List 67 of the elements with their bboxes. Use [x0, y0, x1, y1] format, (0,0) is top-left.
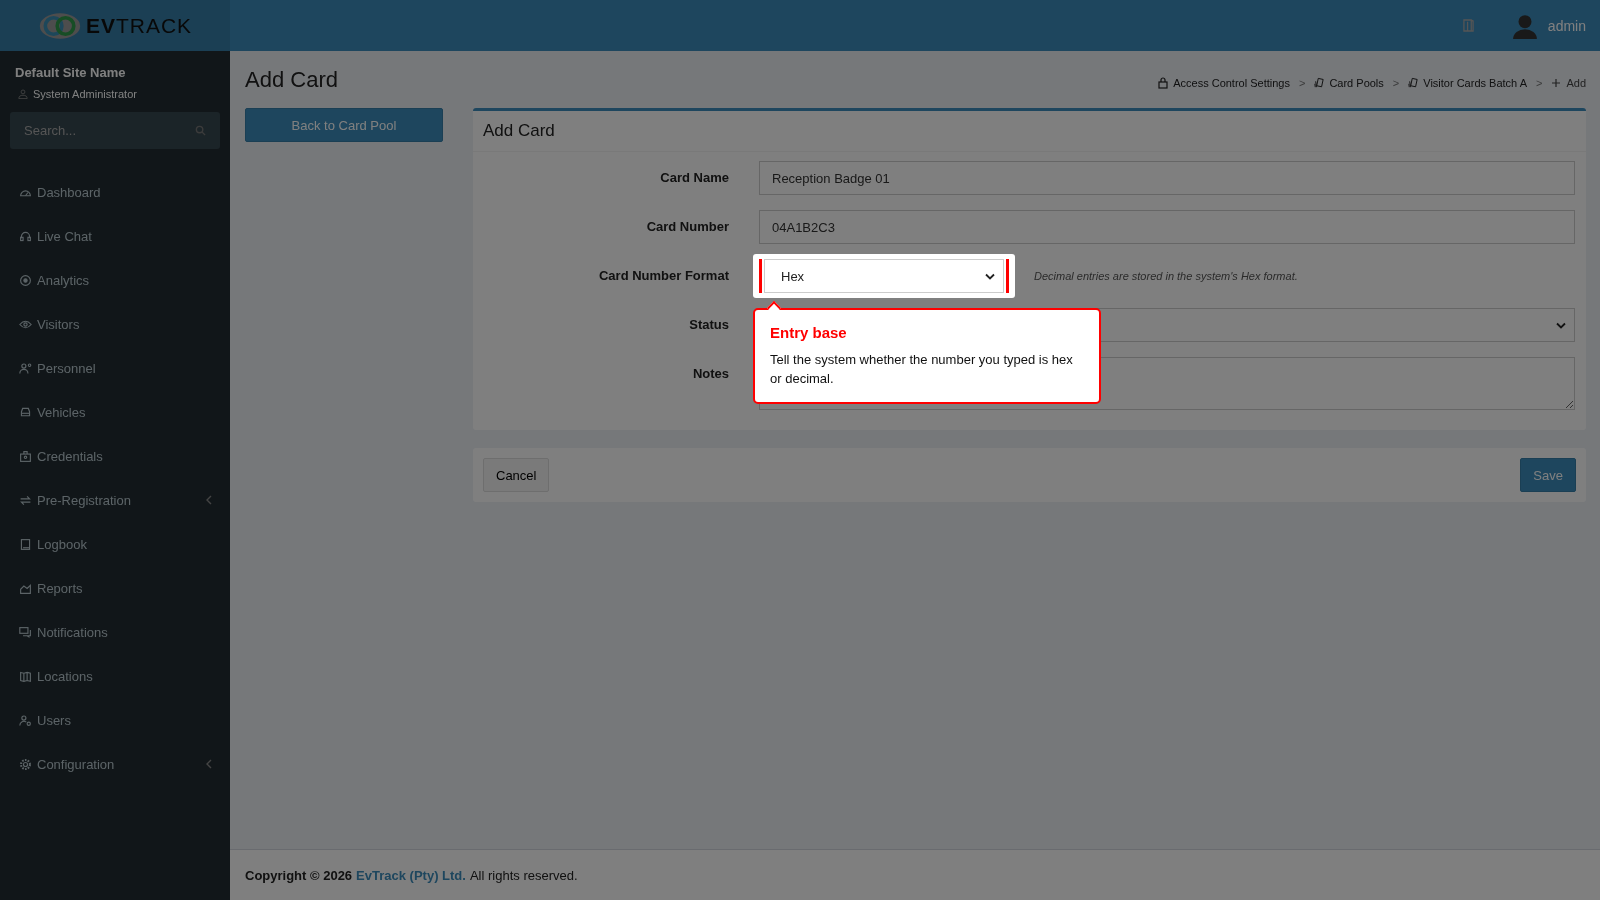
- plus-icon: [1551, 76, 1562, 89]
- sidebar-item[interactable]: Notifications: [0, 610, 230, 654]
- sidebar-item[interactable]: Personnel: [0, 346, 230, 390]
- sidebar-item[interactable]: Locations: [0, 654, 230, 698]
- cards-icon: [1314, 76, 1325, 89]
- copyright-text: Copyright © 2026: [245, 867, 353, 883]
- chat-icon: [19, 625, 32, 639]
- field-label: Status: [688, 316, 729, 332]
- headset-icon: [19, 229, 32, 243]
- breadcrumb-link[interactable]: Visitor Cards Batch A: [1423, 76, 1527, 89]
- door-icon[interactable]: [1462, 19, 1474, 32]
- breadcrumb-separator: >: [1392, 76, 1400, 89]
- sidebar-item[interactable]: Logbook: [0, 522, 230, 566]
- input-field[interactable]: 04A1B2C3: [759, 210, 1575, 244]
- gear-icon: [19, 757, 32, 771]
- sidebar-item[interactable]: Analytics: [0, 258, 230, 302]
- person-icon: [18, 89, 28, 99]
- cards-icon: [1408, 76, 1419, 89]
- sidebar-item[interactable]: Configuration: [0, 742, 230, 786]
- caret-icon: [1556, 321, 1566, 329]
- user-name[interactable]: admin: [1547, 17, 1586, 34]
- sidebar-item[interactable]: Reports: [0, 566, 230, 610]
- company-link[interactable]: EvTrack (Pty) Ltd.: [356, 867, 466, 883]
- field-label: Card Number Format: [597, 267, 729, 283]
- logo-icon: [37, 11, 82, 40]
- tooltip-text: Tell the system whether the number you typed is hex or decimal.: [770, 351, 1074, 388]
- card-title: Add Card: [473, 111, 1586, 152]
- target-icon: [19, 273, 32, 287]
- sidebar-item[interactable]: Users: [0, 698, 230, 742]
- sidebar-item[interactable]: Dashboard: [0, 170, 230, 214]
- book-icon: [19, 537, 32, 551]
- page-title: Add Card: [245, 66, 338, 93]
- map-icon: [19, 669, 32, 683]
- cancel-button[interactable]: Cancel: [483, 458, 550, 492]
- rights-text: All rights reserved.: [469, 867, 578, 883]
- caret-icon: [985, 272, 995, 280]
- field-label: Card Name: [659, 169, 729, 185]
- user-gear-icon: [19, 713, 32, 727]
- sidebar-item[interactable]: Pre-Registration: [0, 478, 230, 522]
- save-button[interactable]: Save: [1520, 458, 1576, 492]
- breadcrumb-separator: >: [1298, 76, 1306, 89]
- logo-text: EVTRACK: [85, 13, 193, 38]
- lock-icon: [1158, 76, 1169, 89]
- breadcrumb-link[interactable]: Card Pools: [1329, 76, 1384, 89]
- search-field[interactable]: Search...: [10, 112, 220, 149]
- user-role: System Administrator: [33, 88, 137, 100]
- search-icon[interactable]: [195, 125, 206, 136]
- field-hint: Decimal entries are stored in the system's Hex format.: [1034, 270, 1298, 282]
- breadcrumb-separator: >: [1536, 76, 1543, 89]
- input-field[interactable]: Reception Badge 01: [759, 161, 1575, 195]
- site-name: Default Site Name: [14, 64, 127, 82]
- tooltip-title: Entry base: [770, 324, 848, 341]
- sidebar-item[interactable]: Vehicles: [0, 390, 230, 434]
- sidebar-item[interactable]: Credentials: [0, 434, 230, 478]
- sidebar-item[interactable]: Visitors: [0, 302, 230, 346]
- field-label: Notes: [691, 365, 729, 381]
- field-label: Card Number: [645, 218, 729, 234]
- id-card-icon: [19, 449, 32, 463]
- sidebar-item[interactable]: Live Chat: [0, 214, 230, 258]
- car-icon: [19, 405, 32, 419]
- arrows-icon: [19, 493, 32, 507]
- breadcrumb-link[interactable]: Access Control Settings: [1173, 76, 1290, 89]
- chart-icon: [19, 581, 32, 595]
- avatar-icon[interactable]: [1511, 12, 1538, 39]
- person-icon: [19, 361, 32, 375]
- back-button[interactable]: Back to Card Pool: [245, 108, 443, 142]
- format-select[interactable]: Hex: [764, 259, 1004, 293]
